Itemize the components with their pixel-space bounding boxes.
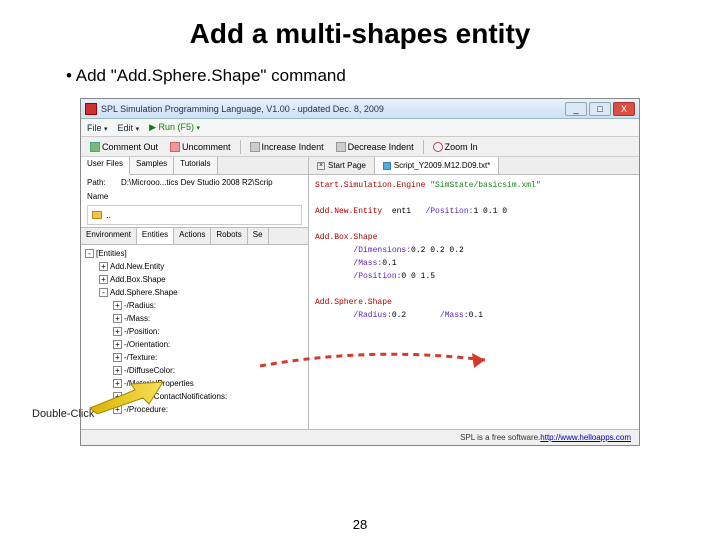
increase-indent-button[interactable]: Increase Indent (247, 141, 327, 153)
path-value: D:\Microoo...tics Dev Studio 2008 R2\Scr… (121, 178, 273, 187)
tree-item[interactable]: +-/Texture: (85, 351, 304, 364)
folder-icon (92, 211, 102, 219)
tab-start-page[interactable]: ×Start Page (309, 157, 375, 174)
close-button[interactable]: X (613, 102, 635, 116)
subtab-robots[interactable]: Robots (211, 228, 247, 244)
subtab-sel[interactable]: Se (248, 228, 269, 244)
tree-item[interactable]: +-/EnableContactNotifications: (85, 390, 304, 403)
tree-item[interactable]: +-/MaterialProperties (85, 377, 304, 390)
slide-bullet: Add "Add.Sphere.Shape" command (66, 66, 680, 86)
tree-item[interactable]: +-/Radius: (85, 299, 304, 312)
entity-tree: -[Entities] +Add.New.Entity +Add.Box.Sha… (81, 245, 308, 429)
maximize-button[interactable]: □ (589, 102, 611, 116)
toolbar: Comment Out Uncomment Increase Indent De… (81, 137, 639, 157)
slide-title: Add a multi-shapes entity (40, 18, 680, 50)
menu-run[interactable]: ▶ Run (F5) ▾ (149, 122, 200, 133)
uncomment-button[interactable]: Uncomment (167, 141, 234, 153)
path-label: Path: (87, 178, 117, 187)
tab-script[interactable]: Script_Y2009.M12.D09.txt* (375, 157, 500, 174)
name-label: Name (81, 190, 308, 203)
minimize-button[interactable]: _ (565, 102, 587, 116)
tree-item[interactable]: +-/Mass: (85, 312, 304, 325)
status-link[interactable]: http://www.helloapps.com (540, 433, 631, 442)
app-icon (85, 103, 97, 115)
window-title: SPL Simulation Programming Language, V1.… (101, 104, 565, 114)
tree-item[interactable]: +-/Procedure: (85, 403, 304, 416)
separator-icon (240, 140, 241, 154)
page-number: 28 (0, 517, 720, 532)
tree-root[interactable]: -[Entities] (85, 247, 304, 260)
subtab-environment[interactable]: Environment (81, 228, 137, 244)
code-editor[interactable]: Start.Simulation.Engine "SimState/basics… (309, 175, 639, 429)
close-tab-icon[interactable]: × (317, 162, 325, 170)
tab-user-files[interactable]: User Files (81, 157, 130, 175)
tree-item[interactable]: +-/Orientation: (85, 338, 304, 351)
tree-item[interactable]: +Add.Box.Shape (85, 273, 304, 286)
subtab-entities[interactable]: Entities (137, 228, 174, 244)
separator-icon (423, 140, 424, 154)
tree-item[interactable]: +Add.New.Entity (85, 260, 304, 273)
tree-item[interactable]: +-/Position: (85, 325, 304, 338)
right-panel: ×Start Page Script_Y2009.M12.D09.txt* St… (309, 157, 639, 429)
comment-out-button[interactable]: Comment Out (87, 141, 161, 153)
titlebar: SPL Simulation Programming Language, V1.… (81, 99, 639, 119)
tree-item[interactable]: +-/DiffuseColor: (85, 364, 304, 377)
zoom-in-button[interactable]: Zoom In (430, 141, 481, 153)
decrease-indent-button[interactable]: Decrease Indent (333, 141, 417, 153)
folder-up[interactable]: .. (106, 210, 111, 220)
status-text: SPL is a free software. (460, 433, 540, 442)
tree-item-add-sphere-shape[interactable]: Add.Sphere.Shape (110, 288, 178, 297)
left-panel: User Files Samples Tutorials Path: D:\Mi… (81, 157, 309, 429)
statusbar: SPL is a free software. http://www.hello… (81, 429, 639, 445)
menu-edit[interactable]: Edit ▾ (118, 123, 140, 133)
file-icon (383, 162, 391, 170)
menubar: File ▾ Edit ▾ ▶ Run (F5) ▾ (81, 119, 639, 137)
tab-samples[interactable]: Samples (130, 157, 174, 174)
menu-file[interactable]: File ▾ (87, 123, 108, 133)
app-window: SPL Simulation Programming Language, V1.… (80, 98, 640, 446)
file-list[interactable]: .. (87, 205, 302, 225)
double-click-label: Double-Click (32, 408, 94, 420)
tab-tutorials[interactable]: Tutorials (174, 157, 217, 174)
subtab-actions[interactable]: Actions (174, 228, 211, 244)
